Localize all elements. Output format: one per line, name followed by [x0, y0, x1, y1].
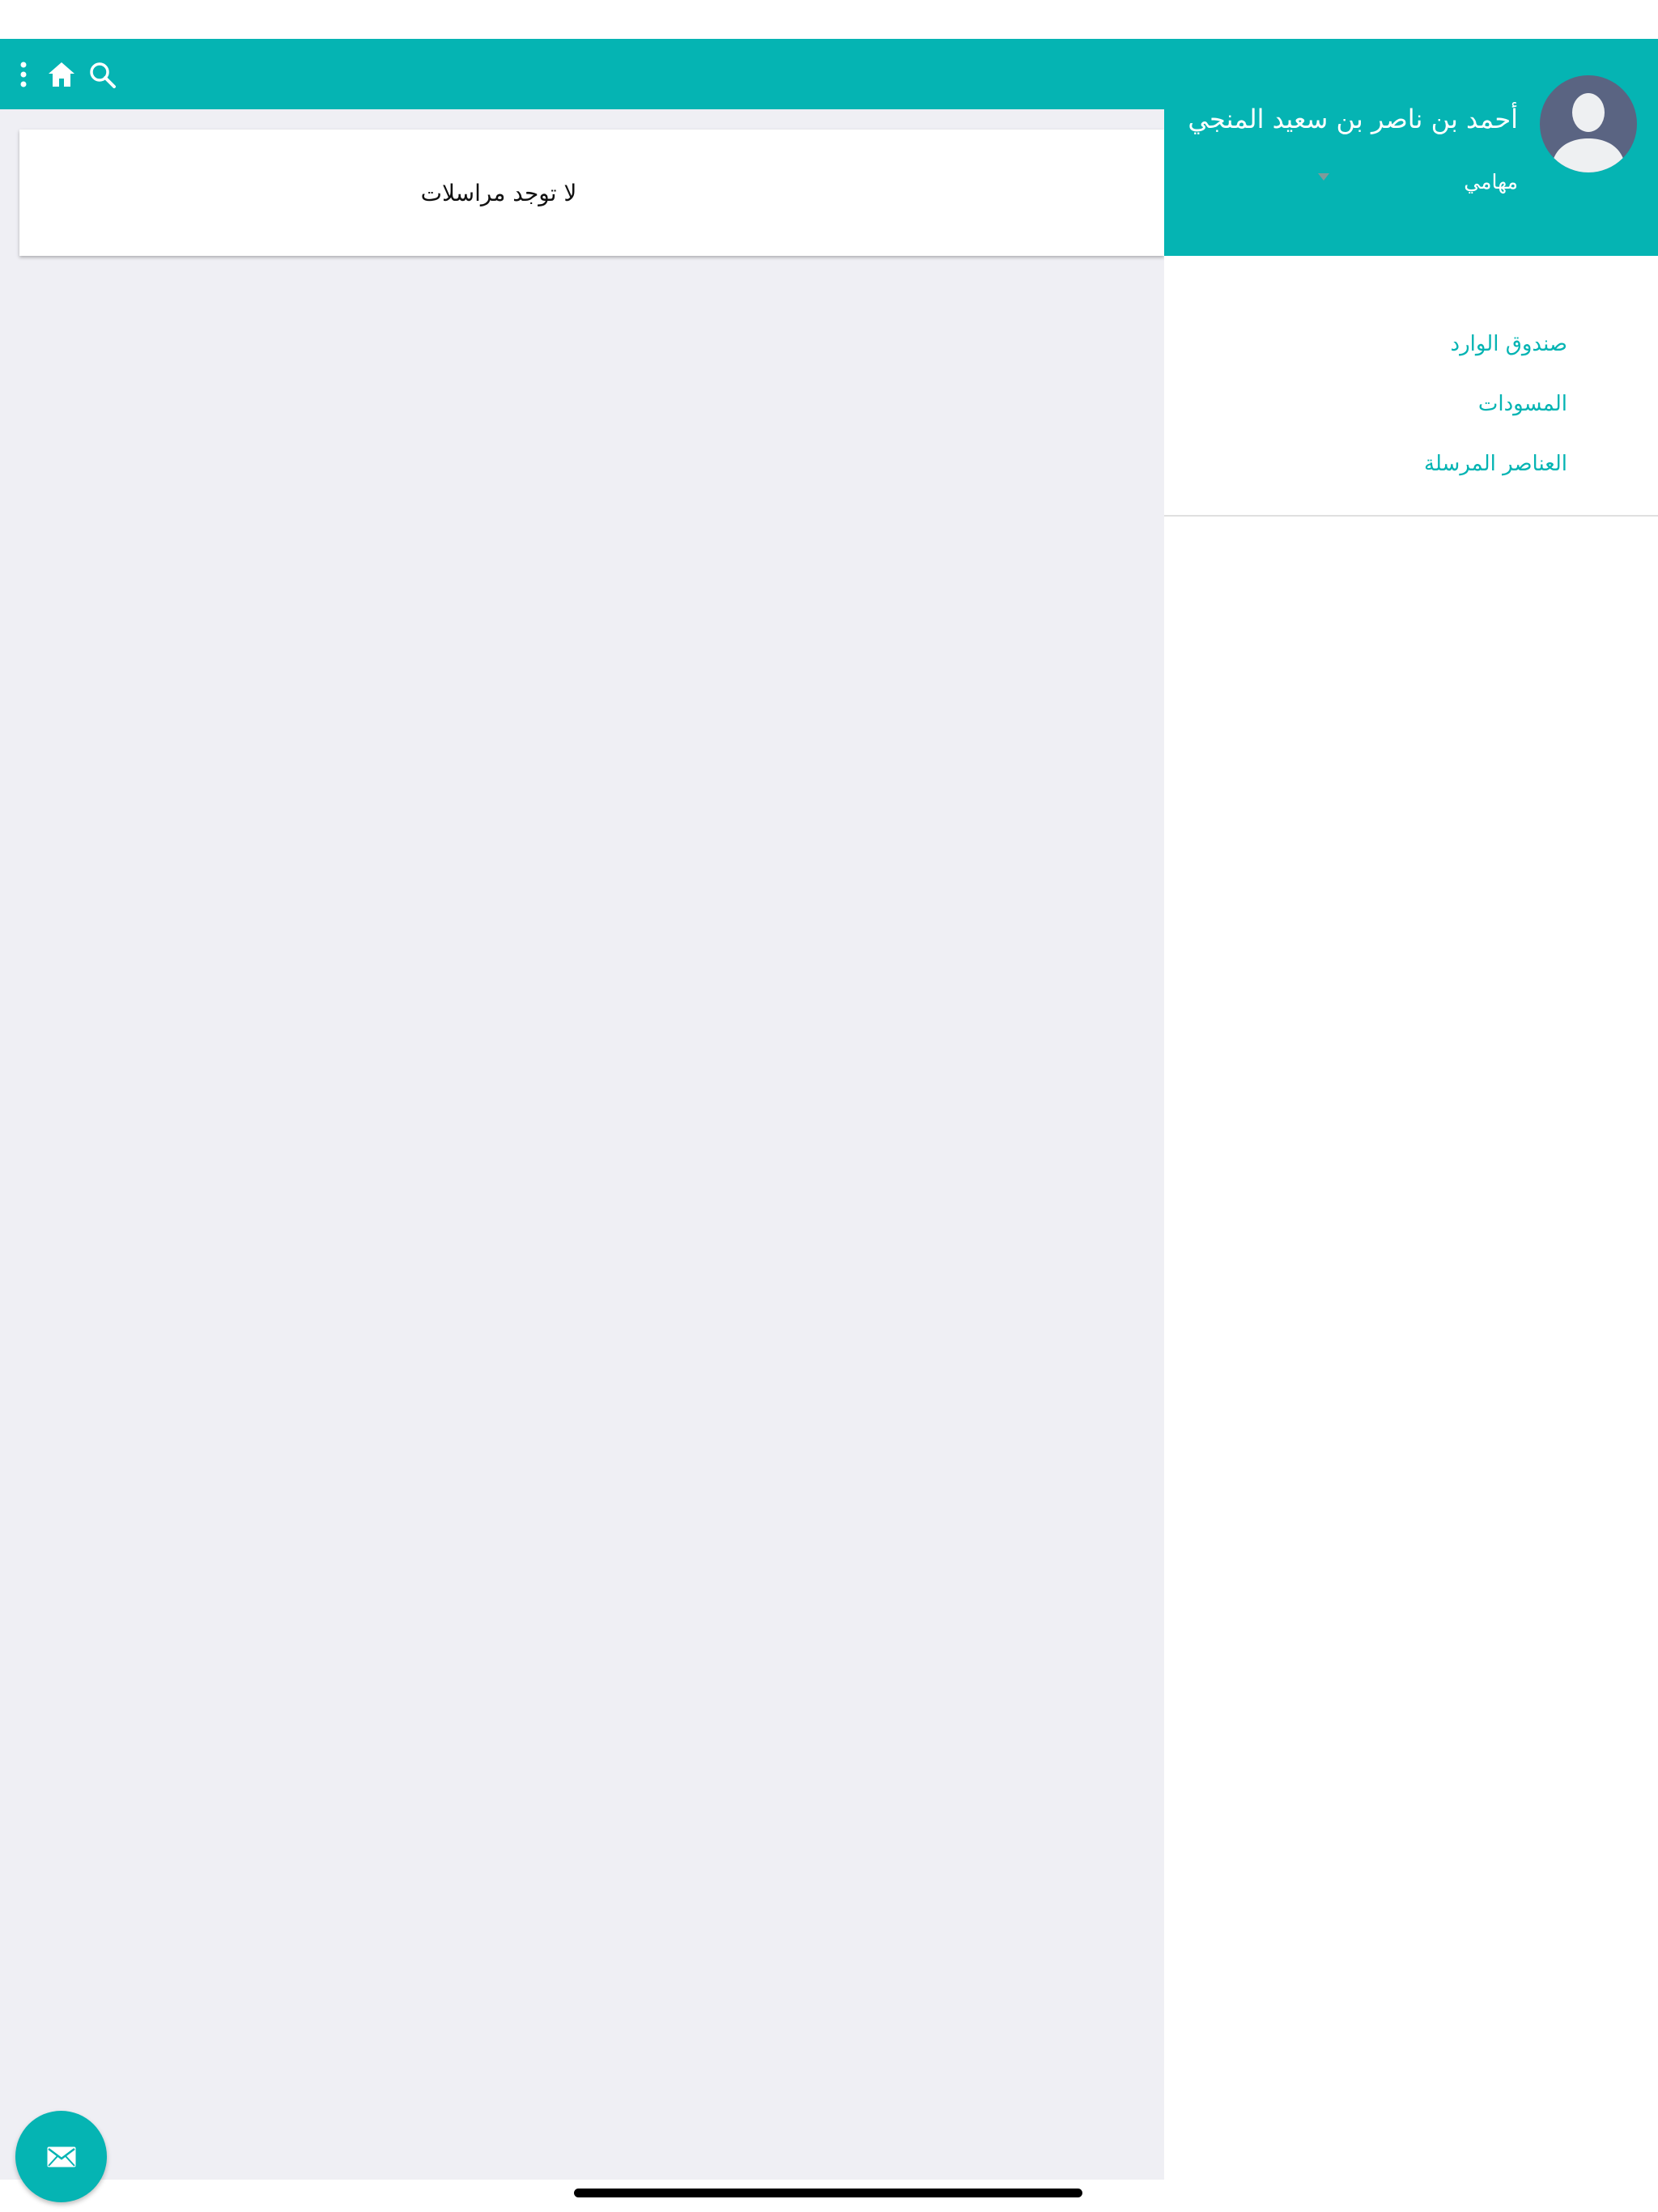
- more-vertical-icon[interactable]: [6, 57, 41, 92]
- navigation-drawer: أحمد بن ناصر بن سعيد المنجي مهامي صندوق …: [1164, 39, 1658, 2180]
- menu-item-drafts[interactable]: المسودات: [1164, 374, 1658, 434]
- drawer-menu: صندوق الوارد المسودات العناصر المرسلة: [1164, 314, 1658, 494]
- drawer-divider: [1164, 515, 1658, 517]
- home-icon[interactable]: [44, 57, 79, 92]
- dropdown-caret-icon[interactable]: [1318, 173, 1329, 181]
- empty-state-message: لا توجد مراسلات: [420, 179, 577, 206]
- search-icon[interactable]: [84, 57, 120, 92]
- app-screen: لا توجد مراسلات أحمد بن ناصر بن سعيد الم…: [0, 0, 1658, 2212]
- user-silhouette-icon: [1551, 93, 1626, 172]
- menu-item-inbox[interactable]: صندوق الوارد: [1164, 314, 1658, 374]
- user-name: أحمد بن ناصر بن سعيد المنجي: [1188, 104, 1518, 134]
- empty-state-card: لا توجد مراسلات: [19, 130, 1164, 256]
- drawer-header: أحمد بن ناصر بن سعيد المنجي مهامي: [1164, 39, 1658, 256]
- user-section-label[interactable]: مهامي: [1464, 170, 1518, 194]
- top-app-bar: [0, 39, 1164, 109]
- main-content: لا توجد مراسلات: [0, 39, 1164, 2202]
- compose-fab[interactable]: [15, 2111, 107, 2202]
- home-indicator[interactable]: [574, 2189, 1082, 2197]
- menu-item-sent[interactable]: العناصر المرسلة: [1164, 434, 1658, 494]
- avatar[interactable]: [1540, 75, 1637, 172]
- mail-icon: [47, 2146, 75, 2167]
